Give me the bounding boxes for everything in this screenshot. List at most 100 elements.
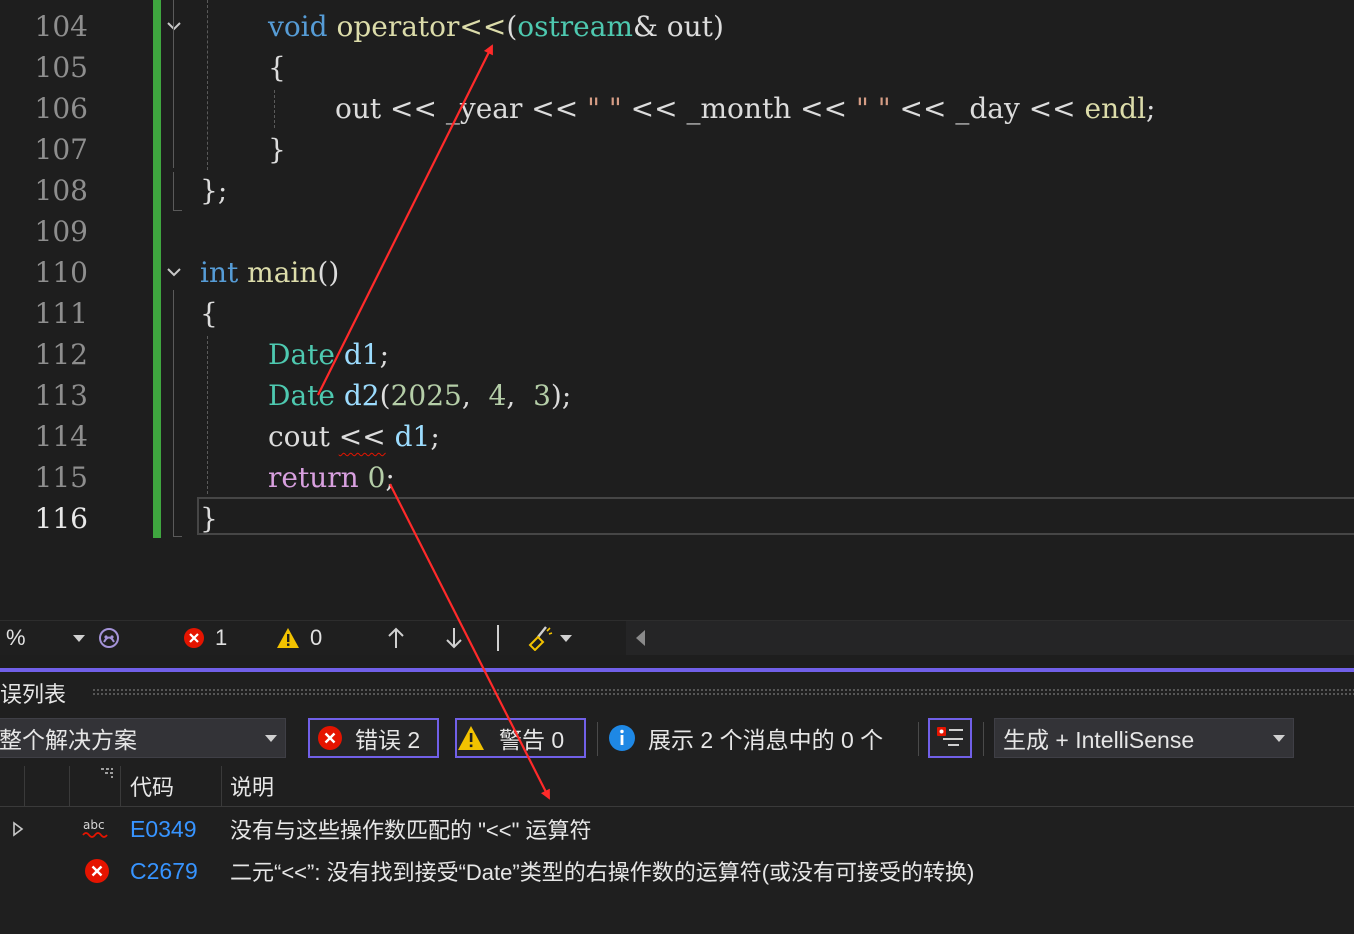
warnings-filter-toggle[interactable]: 警告 0 [455,718,586,758]
toolbar-divider [918,722,919,756]
errors-filter-toggle[interactable]: 错误 2 [308,718,439,758]
chevron-down-icon [560,634,572,642]
error-squiggle-operator[interactable]: << [339,420,386,453]
function-name: endl [1084,92,1147,125]
function-name: operator<< [336,10,507,43]
error-count: 1 [215,625,228,650]
punctuation: ) [712,10,724,43]
string-literal: " " [855,92,891,125]
chevron-down-icon [265,735,277,742]
keyword: return [268,461,359,494]
line-number-current: 116 [34,502,88,535]
current-line-highlight [197,497,1354,535]
column-header-description[interactable]: 说明 [230,766,274,806]
outline-line [173,290,174,536]
collapse-chevron-icon[interactable] [165,263,183,281]
identifier: _month [686,92,792,125]
operator: << [1019,92,1085,125]
error-count-indicator[interactable]: 1 [183,621,243,655]
parameter: out [657,10,713,43]
function-name: main [247,256,318,289]
keyword: int [200,256,239,289]
punctuation: , [461,379,489,412]
scope-dropdown[interactable]: 整个解决方案 [0,718,286,758]
type-name: Date [268,379,335,412]
variable: d1 [394,420,431,453]
column-options-icon [101,768,113,778]
indent-guide [207,0,208,170]
warnings-filter-label: 警告 0 [499,727,565,753]
variable: d1 [343,338,380,371]
outline-line [173,536,182,537]
error-row[interactable]: abc E0349 没有与这些操作数匹配的 "<<" 运算符 [0,809,1354,849]
outline-line [173,0,174,168]
error-list-panel: 误列表 整个解决方案 错误 2 警告 0 展示 2 个消息中的 0 个 生成 +… [0,672,1354,934]
error-row[interactable]: C2679 二元“<<”: 没有找到接受“Date”类型的右操作数的运算符(或没… [0,851,1354,891]
panel-drag-grip[interactable] [92,688,1354,696]
column-options-button[interactable] [100,768,114,782]
operator: << [381,92,446,125]
column-divider [120,766,121,806]
code-line-112: Date d1; [268,334,389,375]
line-number: 114 [34,420,88,453]
column-divider [24,766,25,806]
zoom-level: % [6,625,26,650]
operator: << [791,92,856,125]
arrow-down-icon [446,628,462,649]
broom-icon [528,626,553,651]
messages-filter-label: 展示 2 个消息中的 0 个 [648,727,884,753]
code-line-110: int main() [200,252,339,293]
warning-icon [277,628,299,648]
punctuation: ( [506,10,518,43]
column-header-code[interactable]: 代码 [130,766,174,806]
number-literal: 3 [533,379,551,412]
line-number: 112 [34,338,88,371]
warning-count-indicator[interactable]: 0 [276,621,336,655]
collapse-chevron-icon[interactable] [165,17,183,35]
code-cleanup-button[interactable] [526,621,578,655]
code-line-106: out << _year << " " << _month << " " << … [335,88,1155,129]
chevron-down-icon [1273,735,1285,742]
code-line-115: return 0; [268,457,395,498]
number-literal: 4 [488,379,507,412]
number-literal: 2025 [390,379,462,412]
line-number: 113 [34,379,88,412]
punctuation: ( [379,379,391,412]
punctuation: ; [1146,92,1156,125]
line-number: 115 [34,461,88,494]
editor-status-strip: % 1 0 [0,620,1354,655]
scroll-left-arrow-icon[interactable] [636,630,645,646]
variable: d2 [343,379,380,412]
column-divider [221,766,222,806]
next-issue-button[interactable] [444,621,468,655]
chevron-down-icon [73,635,85,642]
code-editor[interactable]: 104 105 106 107 108 109 110 111 112 113 … [0,0,1354,620]
error-code-link[interactable]: E0349 [130,809,197,849]
line-number: 106 [34,92,88,125]
filter-settings-button[interactable] [928,718,972,758]
build-source-dropdown[interactable]: 生成 + IntelliSense [994,718,1294,758]
operator: << [890,92,956,125]
horizontal-scrollbar[interactable] [626,621,1354,655]
identifier: cout [268,420,330,453]
punctuation: & [632,10,658,43]
punctuation: , [506,379,534,412]
line-number: 109 [34,215,88,248]
zoom-dropdown[interactable]: % [0,621,90,655]
messages-filter-toggle[interactable]: 展示 2 个消息中的 0 个 [608,718,908,758]
punctuation: ; [385,461,395,494]
svg-text:abc: abc [83,818,105,832]
number-literal: 0 [367,461,386,494]
error-icon [318,726,342,750]
error-description: 二元“<<”: 没有找到接受“Date”类型的右操作数的运算符(或没有可接受的转… [230,860,975,885]
code-line-105: { [268,51,286,84]
expand-triangle-icon[interactable] [12,809,24,849]
outline-line [173,172,174,210]
error-code-link[interactable]: C2679 [130,851,198,891]
scope-value: 整个解决方案 [0,727,137,753]
filter-list-icon [937,727,963,746]
previous-issue-button[interactable] [386,621,410,655]
change-tracking-bar [153,0,161,538]
copilot-icon[interactable] [96,621,126,655]
abc-squiggle-icon: abc [82,809,112,849]
